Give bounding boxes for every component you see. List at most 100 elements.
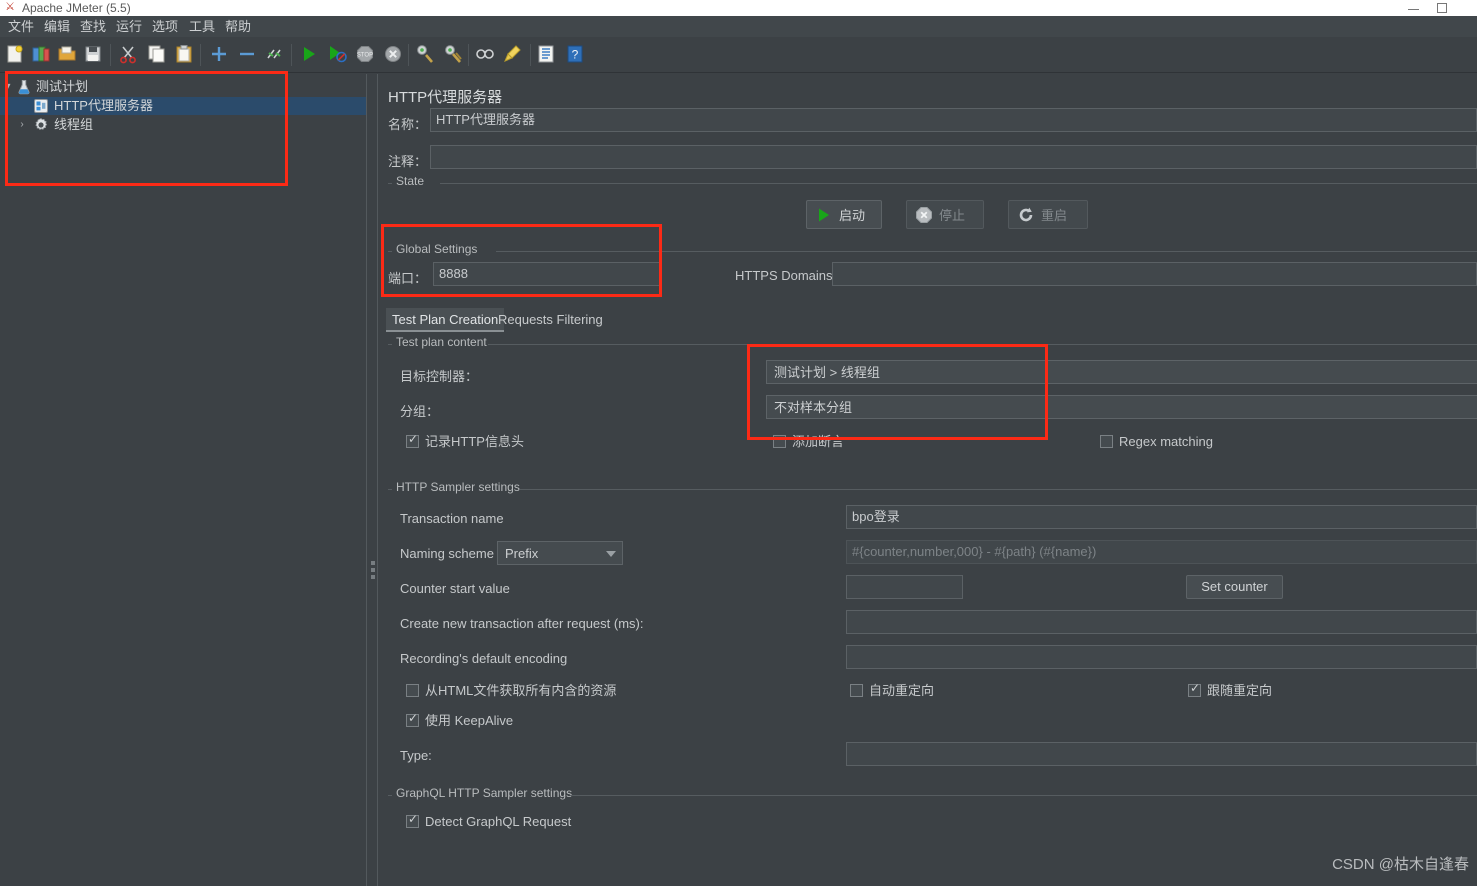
- window-minimize-button[interactable]: [1400, 0, 1428, 16]
- naming-scheme-label: Naming scheme: [400, 546, 494, 561]
- help-icon[interactable]: ?: [562, 41, 588, 69]
- type-input[interactable]: [846, 742, 1477, 766]
- menu-file[interactable]: 文件: [2, 16, 40, 37]
- add-assertions-label: 添加断言: [792, 434, 845, 449]
- naming-pattern-input[interactable]: #{counter,number,000} - #{path} (#{name}…: [846, 540, 1477, 564]
- menu-options[interactable]: 选项: [146, 16, 184, 37]
- tab-test-plan-creation[interactable]: Test Plan Creation: [386, 308, 505, 332]
- menu-run[interactable]: 运行: [110, 16, 148, 37]
- type-label: Type:: [400, 748, 432, 763]
- templates-icon[interactable]: [28, 41, 54, 69]
- menu-help[interactable]: 帮助: [219, 16, 257, 37]
- search-icon[interactable]: [472, 41, 498, 69]
- reset-search-icon[interactable]: [500, 41, 526, 69]
- play-icon: [815, 206, 833, 224]
- clear-icon[interactable]: [412, 41, 438, 69]
- capture-http-headers-label: 记录HTTP信息头: [425, 434, 524, 449]
- create-new-transaction-input[interactable]: [846, 610, 1477, 634]
- start-button[interactable]: 启动: [806, 200, 882, 229]
- start-no-timers-icon[interactable]: [324, 41, 350, 69]
- name-input[interactable]: HTTP代理服务器: [430, 108, 1477, 132]
- detect-graphql-request-label: Detect GraphQL Request: [425, 814, 572, 829]
- start-button-label: 启动: [839, 208, 866, 223]
- checkbox-box: [406, 684, 419, 697]
- follow-redirect-label: 跟随重定向: [1207, 683, 1273, 698]
- tree-node-label: HTTP代理服务器: [54, 98, 153, 113]
- tree-node-http-proxy-server[interactable]: HTTP代理服务器: [0, 97, 366, 115]
- counter-start-input[interactable]: [846, 575, 963, 599]
- naming-scheme-select[interactable]: Prefix: [497, 541, 623, 565]
- naming-scheme-value: Prefix: [505, 546, 539, 561]
- menu-edit[interactable]: 编辑: [38, 16, 76, 37]
- panel-splitter[interactable]: [366, 74, 378, 886]
- port-input[interactable]: 8888: [433, 262, 660, 286]
- toggle-icon[interactable]: [262, 41, 288, 69]
- svg-text:STOP: STOP: [357, 53, 373, 59]
- test-plan-icon: [16, 79, 32, 95]
- cut-icon[interactable]: [115, 41, 141, 69]
- counter-start-label: Counter start value: [400, 581, 510, 596]
- jmeter-app-icon: ⚔: [5, 1, 15, 13]
- restart-icon: [1017, 206, 1035, 224]
- open-icon[interactable]: [54, 41, 80, 69]
- default-encoding-label: Recording's default encoding: [400, 651, 568, 666]
- restart-button[interactable]: 重启: [1008, 200, 1088, 229]
- stop-button[interactable]: 停止: [906, 200, 984, 229]
- start-icon[interactable]: [296, 41, 322, 69]
- clear-all-icon[interactable]: [440, 41, 466, 69]
- menu-search[interactable]: 查找: [74, 16, 112, 37]
- test-plan-content-title: Test plan content: [392, 335, 491, 349]
- stop-octagon-icon: [915, 206, 933, 224]
- grouping-value: 不对样本分组: [774, 400, 853, 415]
- tree-node-thread-group[interactable]: › 线程组: [0, 116, 366, 134]
- checkbox-box: [406, 812, 419, 828]
- comment-input[interactable]: [430, 145, 1477, 169]
- collapse-icon[interactable]: [234, 41, 260, 69]
- restart-button-label: 重启: [1041, 208, 1068, 223]
- tree-node-test-plan[interactable]: ▾ 测试计划: [0, 78, 366, 96]
- menu-bar: 文件 编辑 查找 运行 选项 工具 帮助: [0, 16, 1477, 37]
- checkbox-box: [1100, 435, 1113, 448]
- grouping-select[interactable]: 不对样本分组: [766, 395, 1477, 419]
- function-helper-icon[interactable]: [533, 41, 559, 69]
- checkbox-box: [850, 684, 863, 697]
- target-controller-select[interactable]: 测试计划 > 线程组: [766, 360, 1477, 384]
- tab-requests-filtering[interactable]: Requests Filtering: [492, 308, 609, 332]
- checkbox-box: [1188, 681, 1201, 697]
- menu-tools[interactable]: 工具: [183, 16, 221, 37]
- port-label: 端口：: [388, 271, 428, 286]
- test-plan-tree[interactable]: ▾ 测试计划 HTTP代理服务器 › 线程组: [0, 74, 366, 886]
- graphql-settings-title: GraphQL HTTP Sampler settings: [392, 786, 577, 800]
- window-titlebar: ⚔ Apache JMeter (5.5): [0, 0, 1477, 16]
- toolbar: STOP ?: [0, 37, 1477, 73]
- chevron-right-icon[interactable]: ›: [16, 116, 28, 134]
- https-domains-label: HTTPS Domains:: [735, 268, 837, 283]
- paste-icon[interactable]: [171, 41, 197, 69]
- splitter-grip-icon[interactable]: [371, 561, 375, 583]
- transaction-name-input[interactable]: bpo登录: [846, 505, 1477, 529]
- copy-icon[interactable]: [144, 41, 170, 69]
- new-icon[interactable]: [2, 41, 28, 69]
- chevron-down-icon[interactable]: ▾: [2, 78, 14, 96]
- stop-button-label: 停止: [939, 208, 966, 223]
- auto-redirect-label: 自动重定向: [869, 683, 935, 698]
- expand-icon[interactable]: [206, 41, 232, 69]
- set-counter-button[interactable]: Set counter: [1186, 575, 1283, 599]
- tree-node-label: 测试计划: [36, 79, 89, 94]
- shutdown-icon[interactable]: [380, 41, 406, 69]
- window-maximize-button[interactable]: [1428, 0, 1456, 16]
- page-title: HTTP代理服务器: [388, 89, 503, 106]
- default-encoding-input[interactable]: [846, 645, 1477, 669]
- global-settings-title: Global Settings: [392, 242, 482, 256]
- https-domains-input[interactable]: [832, 262, 1477, 286]
- http-sampler-settings-title: HTTP Sampler settings: [392, 480, 524, 494]
- stop-icon[interactable]: STOP: [352, 41, 378, 69]
- target-controller-label: 目标控制器：: [400, 369, 479, 384]
- save-icon[interactable]: [80, 41, 106, 69]
- grouping-label: 分组：: [400, 404, 440, 419]
- retrieve-embedded-resources-label: 从HTML文件获取所有内含的资源: [425, 683, 617, 698]
- http-proxy-server-panel: HTTP代理服务器 名称： HTTP代理服务器 注释： State 启动 停止: [378, 74, 1477, 886]
- watermark: CSDN @枯木自逢春: [1332, 856, 1469, 873]
- window-title: Apache JMeter (5.5): [22, 1, 131, 15]
- use-keepalive-label: 使用 KeepAlive: [425, 713, 514, 728]
